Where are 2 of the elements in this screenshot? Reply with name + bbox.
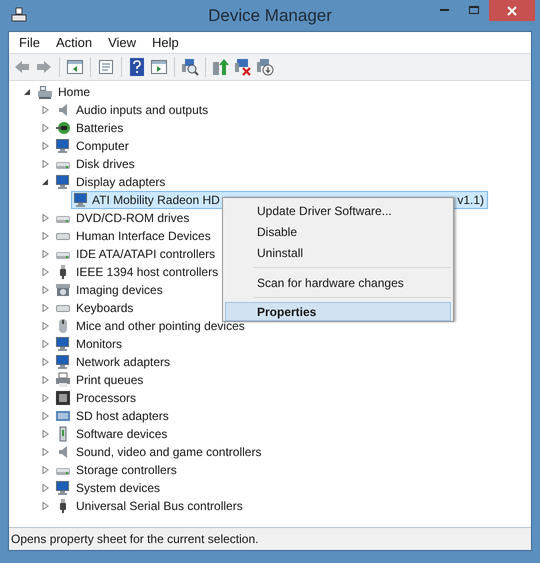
window-title: Device Manager: [208, 4, 332, 27]
status-bar: Opens property sheet for the current selection.: [9, 528, 531, 550]
